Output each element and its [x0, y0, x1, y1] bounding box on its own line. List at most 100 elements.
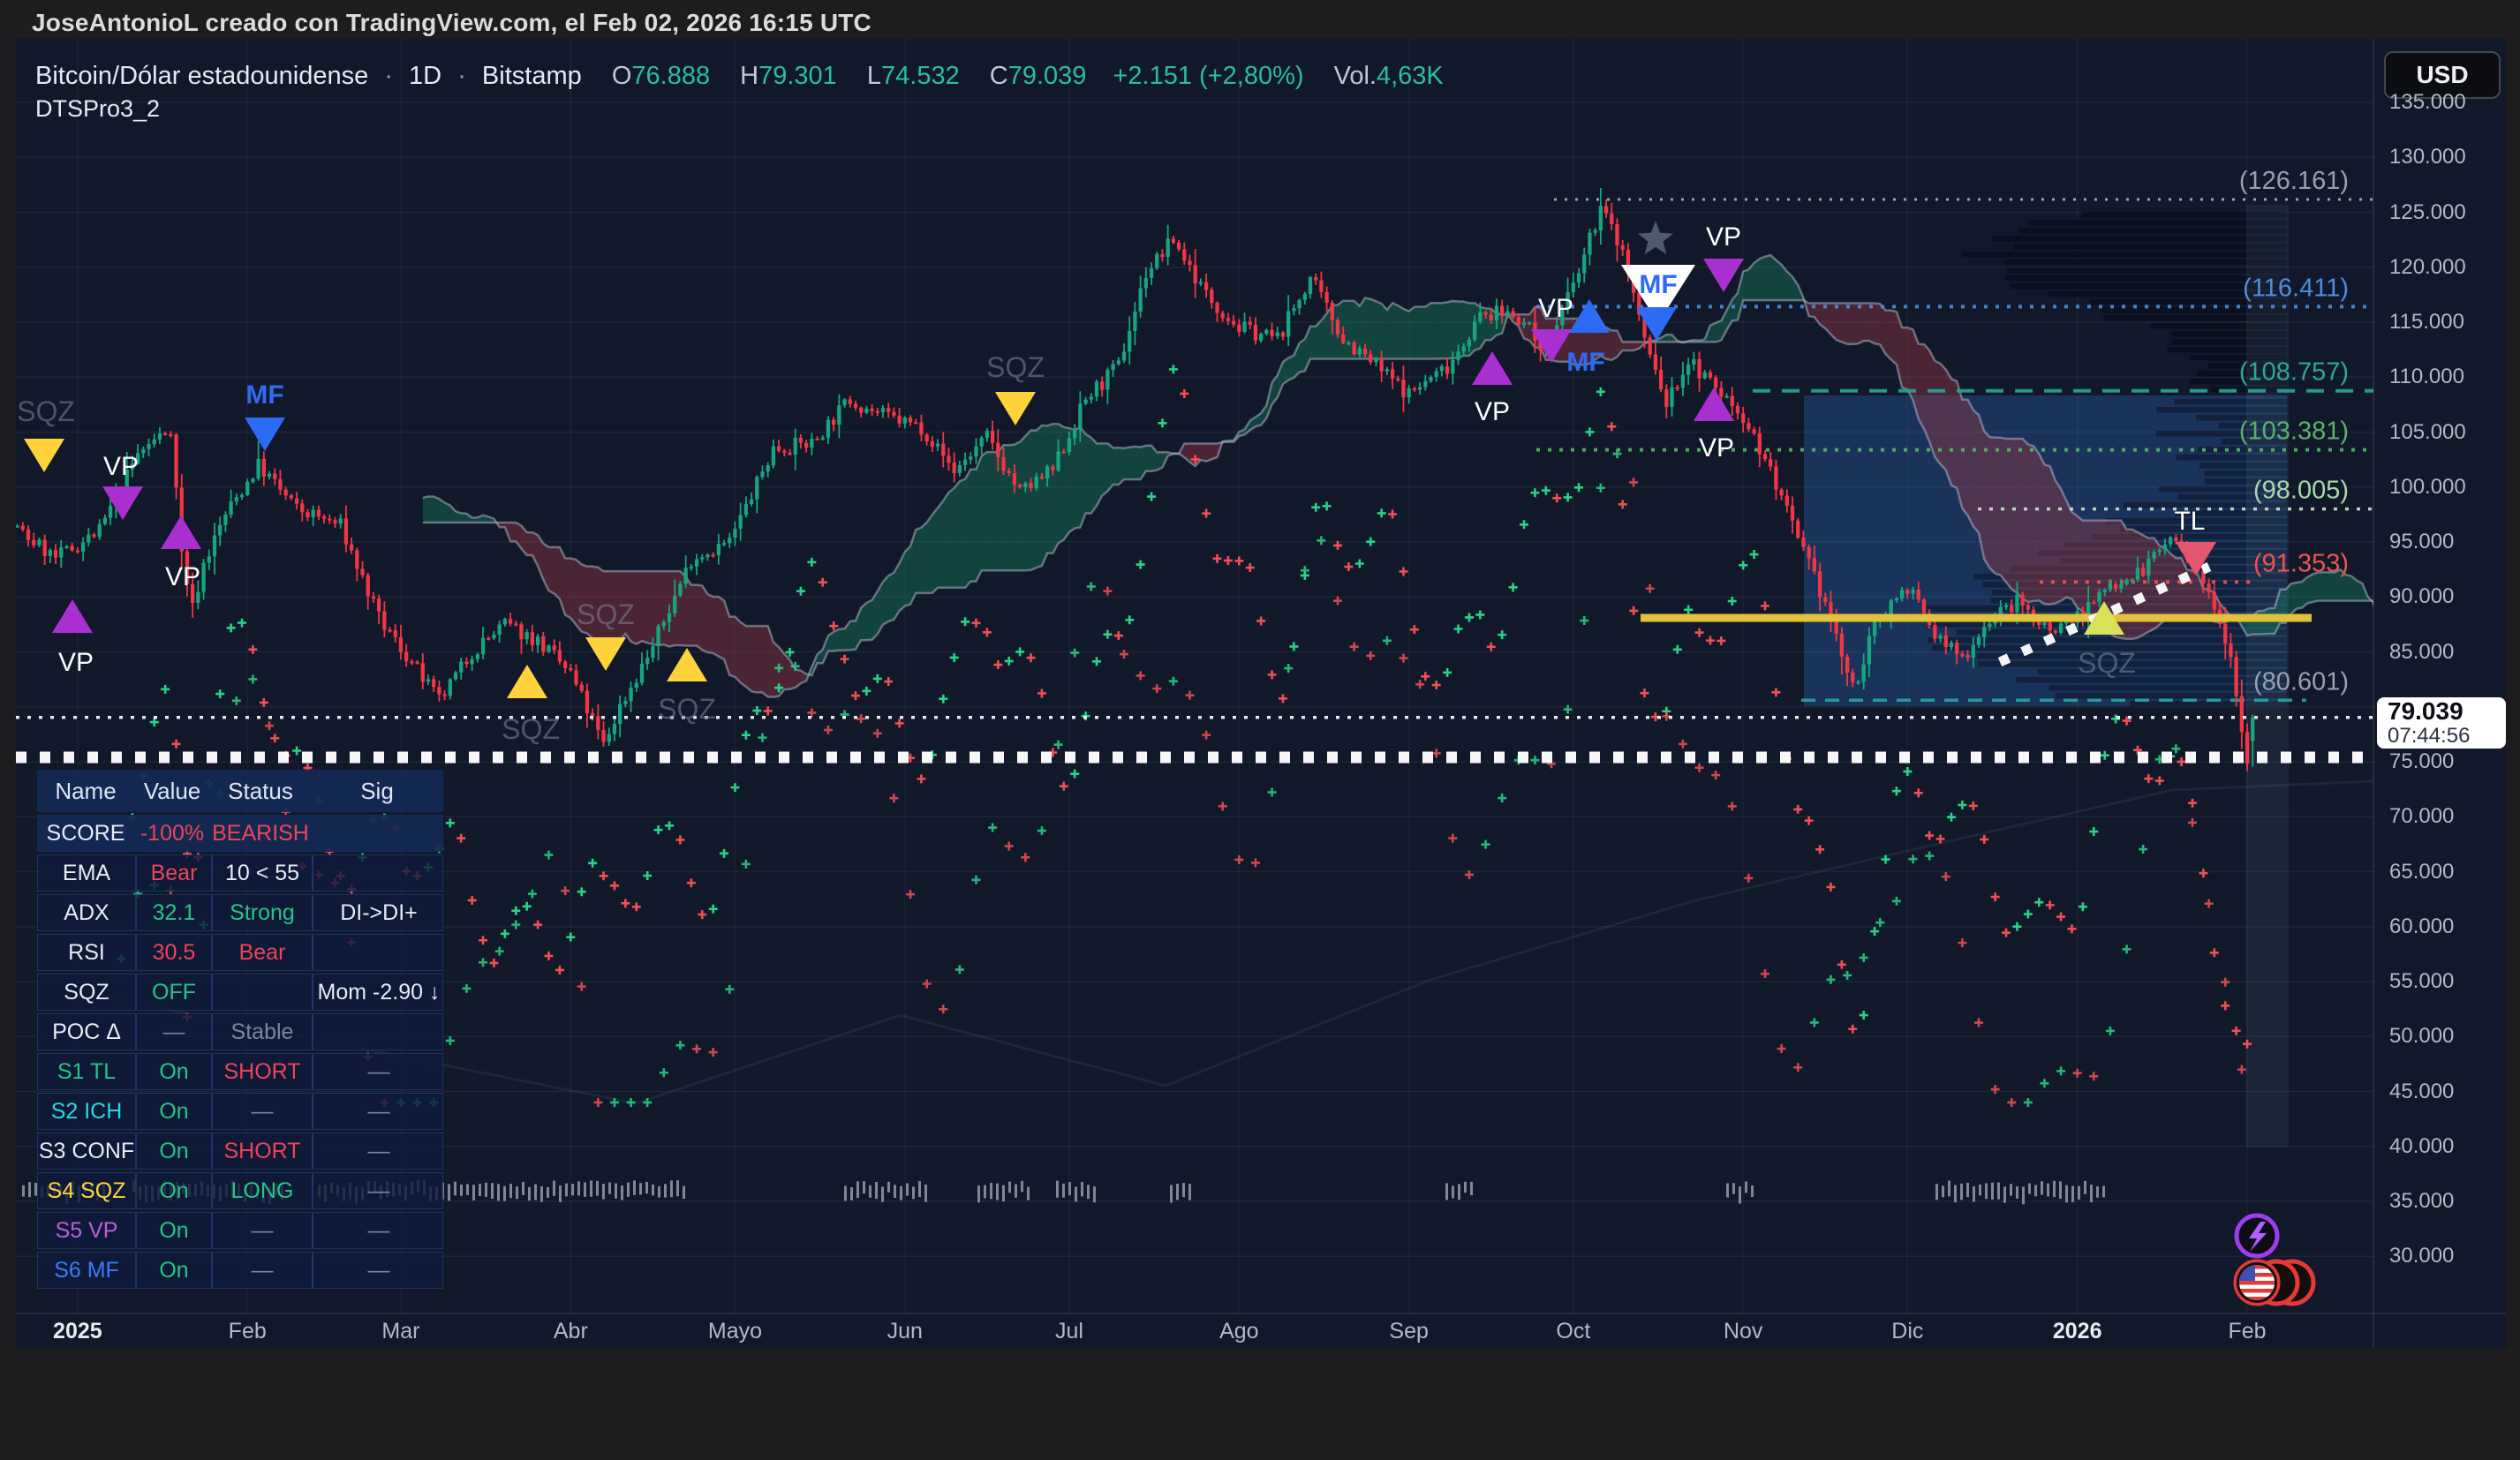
- price-tick-label: 45.000: [2389, 1080, 2454, 1104]
- indicator-status-table: NameValueStatusSigSCORE-100%BEARISHEMABe…: [37, 770, 443, 1291]
- time-tick-label: Jun: [887, 1319, 923, 1344]
- table-cell: 10 < 55: [211, 855, 312, 891]
- volume-value: 4,63K: [1377, 62, 1444, 90]
- level-label: (98.005): [2253, 477, 2349, 505]
- marker-label-sqz: SQZ: [17, 395, 75, 427]
- volume-label: Vol.: [1334, 62, 1377, 90]
- table-column-header: Name: [37, 770, 134, 812]
- table-cell: On: [135, 1253, 211, 1288]
- table-row-s6-mf: S6 MFOn——: [37, 1252, 443, 1289]
- table-cell: [211, 975, 312, 1010]
- marker-label-tl: TL: [2174, 507, 2205, 536]
- table-cell: POC Δ: [38, 1014, 135, 1050]
- marker-label-mf: MF: [1566, 348, 1604, 377]
- time-tick-label: Dic: [1891, 1319, 1923, 1344]
- marker-label-vp: VP: [165, 562, 200, 591]
- table-row-adx: ADX32.1StrongDI->DI+: [37, 894, 443, 931]
- table-cell: SQZ: [38, 975, 135, 1010]
- table-cell: On: [135, 1054, 211, 1089]
- marker-label-sqz: SQZ: [986, 351, 1045, 383]
- table-header-row: NameValueStatusSig: [37, 770, 443, 812]
- table-cell: On: [135, 1094, 211, 1129]
- table-cell: -100%: [134, 815, 210, 852]
- level-label: (116.411): [2243, 274, 2349, 302]
- price-tick-label: 30.000: [2389, 1244, 2454, 1268]
- marker-label-sqz: SQZ: [658, 693, 716, 725]
- price-tick-label: 50.000: [2389, 1024, 2454, 1049]
- price-tick-label: 35.000: [2389, 1189, 2454, 1214]
- price-tick-label: 125.000: [2389, 200, 2466, 225]
- table-cell: [311, 815, 443, 852]
- marker-label-vp: VP: [1706, 222, 1741, 252]
- table-cell: On: [135, 1173, 211, 1208]
- time-tick-label: Mayo: [708, 1319, 762, 1344]
- level-label: (126.161): [2239, 167, 2349, 195]
- table-cell: Bear: [211, 935, 312, 970]
- price-tick-label: 105.000: [2389, 420, 2466, 445]
- time-tick-label: Ago: [1219, 1319, 1258, 1344]
- table-row-s3-conf: S3 CONFOnSHORT—: [37, 1133, 443, 1170]
- alert-lightning-icon[interactable]: [2237, 1215, 2277, 1256]
- marker-label-vp: VP: [1475, 397, 1510, 426]
- open-label: O: [612, 62, 632, 90]
- table-cell: 32.1: [135, 895, 211, 930]
- price-tick-label: 100.000: [2389, 475, 2466, 500]
- level-label: (108.757): [2239, 358, 2349, 387]
- price-tick-label: 55.000: [2389, 969, 2454, 994]
- footer-bar: TradingView: [0, 1349, 2520, 1460]
- table-column-header: Sig: [311, 770, 443, 812]
- time-tick-label: Jul: [1055, 1319, 1083, 1344]
- table-row-s2-ich: S2 ICHOn——: [37, 1093, 443, 1130]
- table-cell: Stable: [211, 1014, 312, 1050]
- level-label: (91.353): [2253, 549, 2349, 577]
- table-cell: S2 ICH: [38, 1094, 135, 1129]
- table-cell: —: [312, 1054, 444, 1089]
- time-tick-label: 2025: [53, 1319, 102, 1344]
- table-row-s5-vp: S5 VPOn——: [37, 1212, 443, 1249]
- tradingview-screenshot: JoseAntonioL creado con TradingView.com,…: [0, 0, 2520, 1460]
- close-value: 79.039: [1008, 62, 1087, 90]
- table-cell: SHORT: [211, 1054, 312, 1089]
- time-tick-label: Oct: [1556, 1319, 1590, 1344]
- table-cell: RSI: [38, 935, 135, 970]
- table-cell: On: [135, 1213, 211, 1248]
- table-cell: —: [312, 1213, 444, 1248]
- current-price-value: 79.039: [2388, 698, 2506, 725]
- table-cell: EMA: [38, 855, 135, 891]
- table-cell: S3 CONF: [38, 1133, 135, 1169]
- price-tick-label: 40.000: [2389, 1134, 2454, 1159]
- level-label: (103.381): [2239, 418, 2349, 446]
- price-tick-label: 90.000: [2389, 584, 2454, 609]
- time-tick-label: Abr: [554, 1319, 588, 1344]
- symbol-name[interactable]: Bitcoin/Dólar estadounidense: [35, 62, 368, 90]
- table-cell: —: [312, 1253, 444, 1288]
- table-cell: —: [211, 1213, 312, 1248]
- marker-label-sqz: SQZ: [577, 598, 635, 630]
- table-cell: SCORE: [37, 815, 134, 852]
- price-tick-label: 75.000: [2389, 749, 2454, 774]
- table-cell: LONG: [211, 1173, 312, 1208]
- price-tick-label: 95.000: [2389, 530, 2454, 554]
- level-label: (80.601): [2253, 667, 2349, 696]
- price-tick-label: 65.000: [2389, 860, 2454, 884]
- table-cell: —: [312, 1094, 444, 1129]
- current-price-label[interactable]: 79.039 07:44:56: [2377, 697, 2506, 749]
- price-tick-label: 130.000: [2389, 145, 2466, 169]
- time-tick-label: Feb: [229, 1319, 267, 1344]
- marker-label-mf: MF: [245, 380, 283, 410]
- low-label: L: [867, 62, 881, 90]
- marker-label-vp: VP: [58, 648, 94, 677]
- high-label: H: [740, 62, 758, 90]
- indicator-name[interactable]: DTSPro3_2: [35, 95, 160, 123]
- interval-label[interactable]: 1D: [409, 62, 441, 90]
- time-tick-label: Nov: [1724, 1319, 1762, 1344]
- table-row-score: SCORE-100%BEARISH: [37, 815, 443, 852]
- symbol-header: Bitcoin/Dólar estadounidense · 1D · Bits…: [35, 62, 1444, 91]
- table-cell: Bear: [135, 855, 211, 891]
- table-cell: On: [135, 1133, 211, 1169]
- table-cell: —: [312, 1133, 444, 1169]
- table-cell: Mom -2.90 ↓: [312, 975, 444, 1010]
- us-economic-events-icon[interactable]: [2236, 1261, 2313, 1304]
- table-cell: S4 SQZ: [38, 1173, 135, 1208]
- table-row-sqz: SQZOFFMom -2.90 ↓: [37, 974, 443, 1011]
